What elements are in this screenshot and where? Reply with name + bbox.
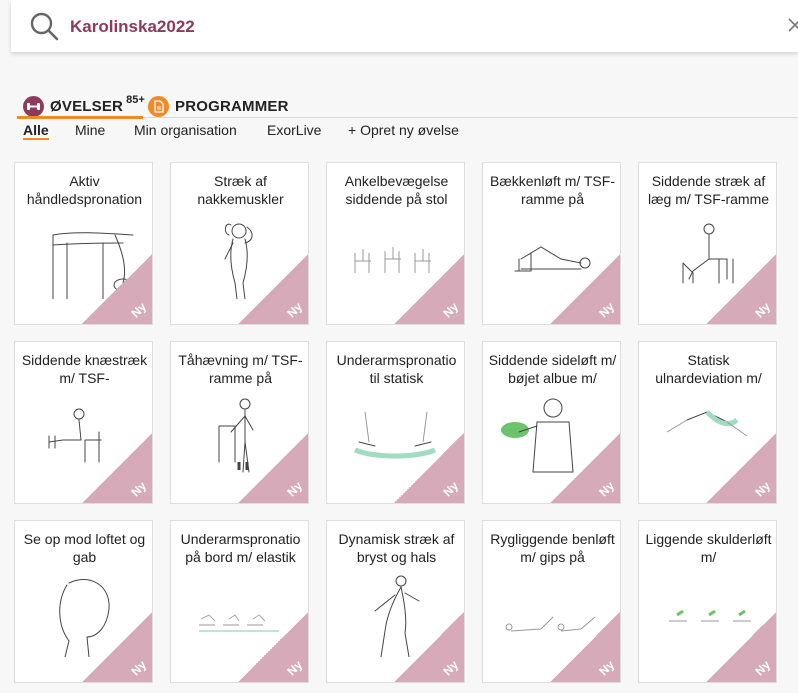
exercise-title: Liggende skulderløft m/ — [645, 531, 772, 565]
exercise-card[interactable]: Underarmspronatio til statisk Ny — [326, 341, 465, 504]
exercise-title: Tåhævning m/ TSF-ramme på — [178, 352, 303, 386]
exercise-card[interactable]: Liggende skulderløft m/Ny — [638, 520, 777, 683]
exercise-card[interactable]: Statisk ulnardeviation m/Ny — [638, 341, 777, 504]
exercise-title: Siddende sideløft m/ bøjet albue m/ — [488, 352, 617, 386]
search-input[interactable] — [70, 14, 750, 40]
exercise-card[interactable]: Stræk af nakkemuskler Ny — [170, 162, 309, 325]
exercise-card[interactable]: Se op mod loftet og gab Ny — [14, 520, 153, 683]
exercise-title: Underarmspronatio til statisk — [336, 352, 457, 386]
exercise-card[interactable]: Siddende stræk af læg m/ TSF-ramme Ny — [638, 162, 777, 325]
tab-ovelser-label: ØVELSER — [50, 97, 124, 115]
exercise-title: Siddende stræk af læg m/ TSF-ramme — [647, 173, 770, 207]
tab-programmer[interactable]: PROGRAMMER — [148, 93, 289, 119]
close-icon[interactable] — [786, 16, 798, 34]
tab-ovelser-count: 85+ — [126, 94, 145, 106]
create-exercise-link[interactable]: + Opret ny øvelse — [348, 122, 459, 138]
exercise-card[interactable]: Bækkenløft m/ TSF-ramme på Ny — [482, 162, 621, 325]
filter-alle[interactable]: Alle — [23, 122, 49, 140]
exercise-title: Se op mod loftet og gab — [23, 531, 146, 565]
exercise-card[interactable]: Siddende knæstræk m/ TSF- Ny — [14, 341, 153, 504]
document-icon — [148, 95, 169, 117]
exercise-title: Ankelbevægelse siddende på stol — [344, 173, 449, 207]
search-bar — [11, 0, 798, 52]
exercise-title: Siddende knæstræk m/ TSF- — [21, 352, 148, 386]
filter-exorlive[interactable]: ExorLive — [267, 122, 321, 138]
dumbbell-icon — [23, 95, 44, 117]
divider — [143, 117, 798, 118]
filter-mine[interactable]: Mine — [75, 122, 105, 138]
exercise-card[interactable]: Siddende sideløft m/ bøjet albue m/Ny — [482, 341, 621, 504]
exercise-card[interactable]: Aktiv håndledspronation Ny — [14, 162, 153, 325]
exercise-title: Underarmspronatio på bord m/ elastik — [180, 531, 301, 565]
tab-programmer-label: PROGRAMMER — [175, 97, 289, 115]
filter-bar: Alle Mine Min organisation ExorLive + Op… — [0, 122, 798, 142]
exercise-card[interactable]: Ankelbevægelse siddende på stol Ny — [326, 162, 465, 325]
active-tab-indicator — [17, 116, 143, 119]
exercise-title: Dynamisk stræk af bryst og hals — [338, 531, 455, 565]
exercise-title: Rygliggende benløft m/ gips på — [490, 531, 615, 565]
exercise-card[interactable]: Underarmspronatio på bord m/ elastik Ny — [170, 520, 309, 683]
search-icon[interactable] — [29, 11, 59, 41]
exercise-title: Aktiv håndledspronation — [26, 173, 143, 207]
exercise-title: Statisk ulnardeviation m/ — [655, 352, 762, 386]
exercise-card[interactable]: Dynamisk stræk af bryst og hals Ny — [326, 520, 465, 683]
exercise-card[interactable]: Rygliggende benløft m/ gips på Ny — [482, 520, 621, 683]
exercise-title: Bækkenløft m/ TSF-ramme på — [490, 173, 615, 207]
filter-min-organisation[interactable]: Min organisation — [134, 122, 237, 138]
exercise-card[interactable]: Tåhævning m/ TSF-ramme på Ny — [170, 341, 309, 504]
exercise-title: Stræk af nakkemuskler — [197, 173, 284, 207]
